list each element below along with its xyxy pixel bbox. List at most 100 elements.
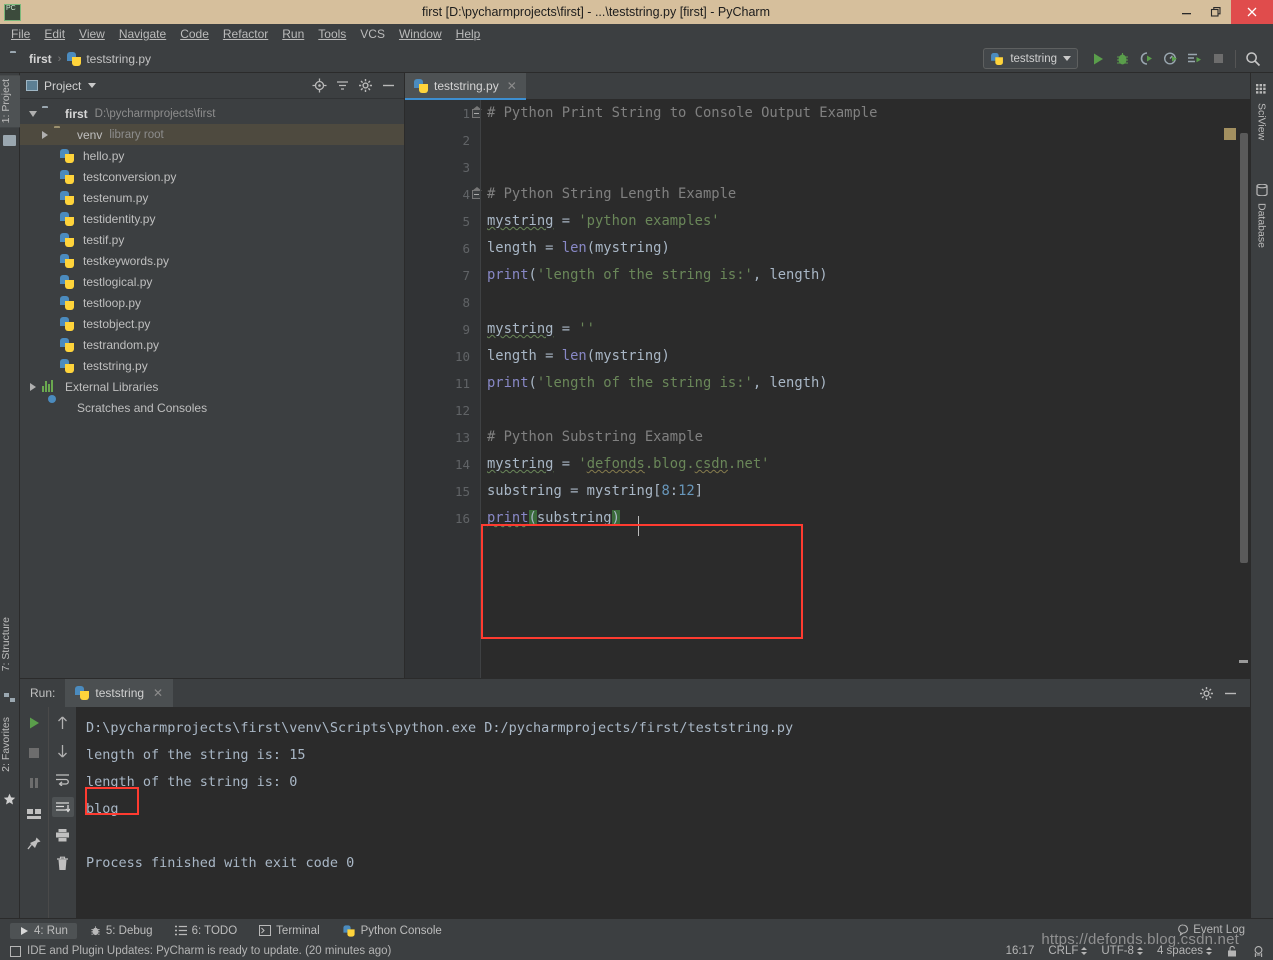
menu-run[interactable]: Run [275, 25, 311, 43]
menu-file[interactable]: File [4, 25, 37, 43]
tab-teststring-py[interactable]: teststring.py ✕ [405, 73, 526, 100]
menu-view[interactable]: View [72, 25, 112, 43]
clear-all-icon[interactable] [52, 853, 74, 873]
bottom-tab-run[interactable]: 4: Run [10, 922, 77, 939]
line-number-gutter: 1 2 3 4 5 6 7 8 9 10 11 12 13 14 15 16 [405, 100, 480, 678]
tree-row-project-root[interactable]: first D:\pycharmprojects\first [20, 103, 404, 124]
run-tab-teststring[interactable]: teststring ✕ [65, 679, 174, 707]
status-line-separator[interactable]: CRLF [1048, 945, 1088, 957]
menu-navigate[interactable]: Navigate [112, 25, 173, 43]
tree-row-teststring-py[interactable]: teststring.py [20, 355, 404, 376]
menu-code[interactable]: Code [173, 25, 216, 43]
window-controls [1171, 0, 1273, 24]
settings-icon[interactable] [1196, 683, 1216, 703]
chevron-down-icon[interactable] [88, 83, 97, 88]
console-line-highlighted: blog [86, 801, 119, 817]
editor-scrollbar-thumb[interactable] [1240, 133, 1248, 563]
tree-row-testrandom-py[interactable]: testrandom.py [20, 334, 404, 355]
status-indent[interactable]: 4 spaces [1157, 945, 1212, 957]
tree-row-testenum-py[interactable]: testenum.py [20, 187, 404, 208]
tree-row-testobject-py[interactable]: testobject.py [20, 313, 404, 334]
bottom-tab-todo[interactable]: 6: TODO [166, 923, 247, 939]
collapse-all-icon[interactable] [332, 76, 352, 96]
pin-tab-icon[interactable] [23, 833, 45, 853]
status-inspection[interactable] [1252, 945, 1265, 958]
todo-icon [174, 925, 187, 936]
menu-refactor[interactable]: Refactor [216, 25, 275, 43]
run-coverage-icon[interactable] [1134, 47, 1158, 71]
hide-panel-icon[interactable] [1220, 683, 1240, 703]
print-icon[interactable] [52, 825, 74, 845]
run-configuration-selector[interactable]: teststring [983, 48, 1078, 69]
tree-row-testconversion-py[interactable]: testconversion.py [20, 166, 404, 187]
tree-row-testidentity-py[interactable]: testidentity.py [20, 208, 404, 229]
locate-icon[interactable] [309, 76, 329, 96]
project-panel-title: Project [44, 78, 82, 93]
code-token: ' [578, 456, 587, 472]
twisty-collapsed-icon[interactable] [26, 382, 40, 391]
console-line: Process finished with exit code 0 [86, 855, 355, 871]
search-everywhere-icon[interactable] [1241, 47, 1265, 71]
status-message[interactable]: IDE and Plugin Updates: PyCharm is ready… [10, 945, 391, 957]
breadcrumb-file[interactable]: teststring.py [67, 52, 151, 66]
console-output[interactable]: D:\pycharmprojects\first\venv\Scripts\py… [76, 707, 1250, 918]
tree-row-scratches-and-consoles[interactable]: Scratches and Consoles [20, 397, 404, 418]
run-icon[interactable] [1086, 47, 1110, 71]
menu-window[interactable]: Window [392, 25, 449, 43]
status-encoding[interactable]: UTF-8 [1101, 945, 1143, 957]
menu-tools[interactable]: Tools [311, 25, 353, 43]
chevron-down-icon [1063, 56, 1071, 61]
debug-icon[interactable] [1110, 47, 1134, 71]
bottom-tab-terminal[interactable]: Terminal [250, 923, 328, 939]
menu-edit[interactable]: Edit [37, 25, 72, 43]
breadcrumb-project[interactable]: first [10, 52, 52, 66]
menu-help[interactable]: Help [449, 25, 488, 43]
line-number: 9 [462, 322, 470, 337]
code-token: = [553, 456, 579, 472]
sidebar-item-favorites[interactable]: 2: Favorites [0, 713, 20, 776]
tree-label: venv [77, 127, 103, 142]
settings-icon[interactable] [355, 76, 375, 96]
tree-row-hello-py[interactable]: hello.py [20, 145, 404, 166]
hide-panel-icon[interactable] [378, 76, 398, 96]
close-icon[interactable]: ✕ [153, 686, 163, 700]
sidebar-item-structure[interactable]: 7: Structure [0, 613, 20, 675]
soft-wrap-icon[interactable] [52, 769, 74, 789]
status-lock[interactable] [1226, 945, 1238, 957]
tree-row-venv[interactable]: venv library root [20, 124, 404, 145]
tree-label: Scratches and Consoles [77, 400, 208, 415]
editor-scrollbar[interactable] [1224, 127, 1250, 678]
code-token: mystring [487, 321, 554, 337]
rerun-icon[interactable] [23, 713, 45, 733]
profile-icon[interactable] [1158, 47, 1182, 71]
breadcrumb: first › teststring.py [10, 52, 151, 66]
code-token: length = [487, 348, 562, 364]
dump-threads-icon[interactable] [23, 803, 45, 823]
inspection-marker-icon[interactable] [1224, 128, 1236, 140]
run-with-console-icon[interactable] [1182, 47, 1206, 71]
event-log-button[interactable]: Event Log [1177, 924, 1245, 936]
scroll-to-end-icon[interactable] [51, 797, 74, 817]
tree-row-testlogical-py[interactable]: testlogical.py [20, 271, 404, 292]
tree-row-external-libraries[interactable]: External Libraries [20, 376, 404, 397]
bottom-tab-debug[interactable]: 5: Debug [81, 923, 162, 939]
code-editor[interactable]: 1 2 3 4 5 6 7 8 9 10 11 12 13 14 15 16 #… [405, 100, 1250, 678]
code-token: 'python examples' [578, 213, 720, 229]
twisty-expanded-icon[interactable] [26, 110, 40, 117]
tree-row-testloop-py[interactable]: testloop.py [20, 292, 404, 313]
sidebar-item-database[interactable]: Database [1250, 199, 1273, 252]
close-button[interactable] [1231, 0, 1273, 24]
tree-row-testif-py[interactable]: testif.py [20, 229, 404, 250]
sidebar-item-project[interactable]: 1: Project [0, 75, 20, 128]
tree-row-testkeywords-py[interactable]: testkeywords.py [20, 250, 404, 271]
down-arrow-icon[interactable] [52, 741, 74, 761]
sidebar-item-sciview[interactable]: SciView [1250, 99, 1273, 144]
twisty-collapsed-icon[interactable] [38, 130, 52, 139]
bottom-tab-python-console[interactable]: Python Console [333, 922, 451, 940]
minimize-button[interactable] [1171, 0, 1201, 24]
maximize-restore-button[interactable] [1201, 0, 1231, 24]
close-icon[interactable]: ✕ [507, 79, 517, 93]
menu-vcs[interactable]: VCS [353, 25, 392, 43]
up-arrow-icon[interactable] [52, 713, 74, 733]
